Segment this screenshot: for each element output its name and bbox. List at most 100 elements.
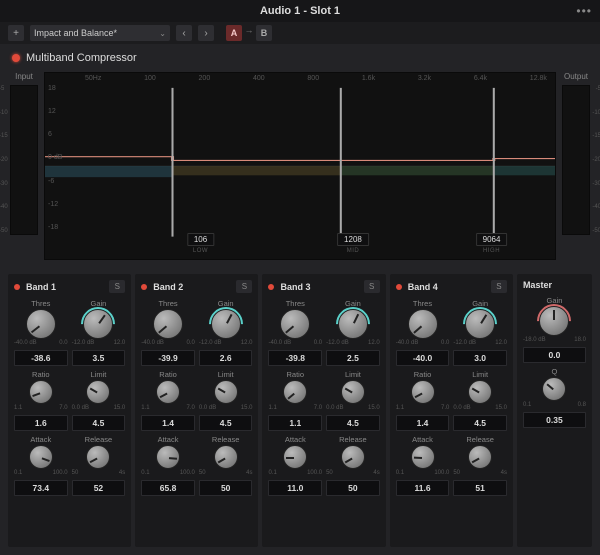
release-knob-group: Release 504s [326, 435, 380, 476]
y-labels: 181260 dB-6-12-18 [48, 85, 62, 231]
gain-value[interactable]: 3.5 [72, 350, 126, 366]
limit-knob-group: Limit 0.0 dB15.0 [326, 370, 380, 411]
attack-knob[interactable] [156, 445, 180, 469]
solo-button[interactable]: S [364, 280, 380, 293]
release-knob[interactable] [86, 445, 110, 469]
thres-value[interactable]: -39.8 [268, 350, 322, 366]
gain-knob[interactable] [465, 309, 495, 339]
plugin-name: Multiband Compressor [26, 52, 137, 64]
ratio-knob[interactable] [283, 380, 307, 404]
attack-value[interactable]: 11.0 [268, 480, 322, 496]
crossover-high[interactable]: 9064HIGH [476, 233, 508, 254]
gain-knob[interactable] [83, 309, 113, 339]
thres-value[interactable]: -40.0 [396, 350, 450, 366]
gain-value[interactable]: 2.6 [199, 350, 253, 366]
limit-value[interactable]: 4.5 [326, 415, 380, 431]
attack-knob-group: Attack 0.1100.0 [141, 435, 195, 476]
preset-selector[interactable]: Impact and Balance* ⌄ [30, 25, 170, 41]
release-knob-group: Release 504s [199, 435, 253, 476]
ab-arrow-icon[interactable]: → [244, 25, 254, 41]
ratio-knob[interactable] [156, 380, 180, 404]
preset-prev-button[interactable]: ‹ [176, 25, 192, 41]
limit-value[interactable]: 4.5 [199, 415, 253, 431]
master-q-value[interactable]: 0.35 [523, 412, 586, 428]
ratio-value[interactable]: 1.1 [268, 415, 322, 431]
band-enable-led-icon[interactable] [268, 284, 274, 290]
ratio-value[interactable]: 1.6 [14, 415, 68, 431]
thres-knob[interactable] [408, 309, 438, 339]
limit-knob-group: Limit 0.0 dB15.0 [199, 370, 253, 411]
limit-knob[interactable] [341, 380, 365, 404]
band-enable-led-icon[interactable] [14, 284, 20, 290]
master-band: Master Gain -18.0 dB18.0 0.0 Q 0.10.8 0.… [517, 274, 592, 547]
output-label: Output [564, 72, 588, 81]
q-knob[interactable] [542, 377, 566, 401]
release-knob[interactable] [214, 445, 238, 469]
limit-knob[interactable] [86, 380, 110, 404]
plugin-header: Multiband Compressor [0, 44, 600, 72]
chevron-down-icon: ⌄ [159, 29, 166, 38]
gain-knob[interactable] [539, 306, 569, 336]
bypass-led-icon[interactable] [12, 54, 20, 62]
gain-knob[interactable] [211, 309, 241, 339]
band-header: Band 3 S [268, 280, 379, 293]
release-value[interactable]: 50 [326, 480, 380, 496]
ratio-knob-group: Ratio 1.17.0 [14, 370, 68, 411]
ab-compare: A → B [226, 25, 272, 41]
ratio-knob[interactable] [411, 380, 435, 404]
solo-button[interactable]: S [109, 280, 125, 293]
attack-value[interactable]: 11.6 [396, 480, 450, 496]
ratio-value[interactable]: 1.4 [141, 415, 195, 431]
limit-value[interactable]: 4.5 [72, 415, 126, 431]
preset-next-button[interactable]: › [198, 25, 214, 41]
ab-b-button[interactable]: B [256, 25, 272, 41]
graph-svg [45, 73, 555, 259]
release-knob[interactable] [341, 445, 365, 469]
ab-a-button[interactable]: A [226, 25, 242, 41]
more-icon[interactable]: ••• [576, 4, 592, 18]
add-button[interactable]: + [8, 25, 24, 41]
limit-knob-group: Limit 0.0 dB15.0 [72, 370, 126, 411]
input-meter-body: -5-10-15-20-30-40-50 [10, 85, 38, 235]
attack-knob-group: Attack 0.1100.0 [14, 435, 68, 476]
solo-button[interactable]: S [491, 280, 507, 293]
master-gain-value[interactable]: 0.0 [523, 347, 586, 363]
band-header: Band 4 S [396, 280, 507, 293]
release-knob[interactable] [468, 445, 492, 469]
band-3: Band 3 S Thres -40.0 dB0.0 Gain -12.0 dB… [262, 274, 385, 547]
attack-value[interactable]: 73.4 [14, 480, 68, 496]
band-enable-led-icon[interactable] [396, 284, 402, 290]
limit-knob[interactable] [468, 380, 492, 404]
release-value[interactable]: 51 [453, 480, 507, 496]
thres-value[interactable]: -39.9 [141, 350, 195, 366]
output-meter: Output -5-10-15-20-30-40-50 [562, 72, 590, 260]
titlebar: Audio 1 - Slot 1 ••• [0, 0, 600, 22]
spectrum-graph[interactable]: 50Hz1002004008001.6k3.2k6.4k12.8k 181260… [44, 72, 556, 260]
release-value[interactable]: 52 [72, 480, 126, 496]
gain-value[interactable]: 3.0 [453, 350, 507, 366]
attack-knob[interactable] [29, 445, 53, 469]
thres-knob[interactable] [153, 309, 183, 339]
attack-value[interactable]: 65.8 [141, 480, 195, 496]
crossover-low[interactable]: 106LOW [187, 233, 214, 254]
ratio-knob-group: Ratio 1.17.0 [141, 370, 195, 411]
ratio-value[interactable]: 1.4 [396, 415, 450, 431]
gain-value[interactable]: 2.5 [326, 350, 380, 366]
gain-knob[interactable] [338, 309, 368, 339]
limit-value[interactable]: 4.5 [453, 415, 507, 431]
attack-knob[interactable] [283, 445, 307, 469]
crossover-mid[interactable]: 1208MID [337, 233, 369, 254]
ratio-knob[interactable] [29, 380, 53, 404]
attack-knob[interactable] [411, 445, 435, 469]
thres-value[interactable]: -38.6 [14, 350, 68, 366]
gain-knob-group: Gain -12.0 dB12.0 [199, 299, 253, 346]
band-4: Band 4 S Thres -40.0 dB0.0 Gain -12.0 dB… [390, 274, 513, 547]
band-enable-led-icon[interactable] [141, 284, 147, 290]
release-value[interactable]: 50 [199, 480, 253, 496]
limit-knob[interactable] [214, 380, 238, 404]
band-header: Band 2 S [141, 280, 252, 293]
solo-button[interactable]: S [236, 280, 252, 293]
thres-knob[interactable] [26, 309, 56, 339]
ratio-knob-group: Ratio 1.17.0 [396, 370, 450, 411]
thres-knob[interactable] [280, 309, 310, 339]
